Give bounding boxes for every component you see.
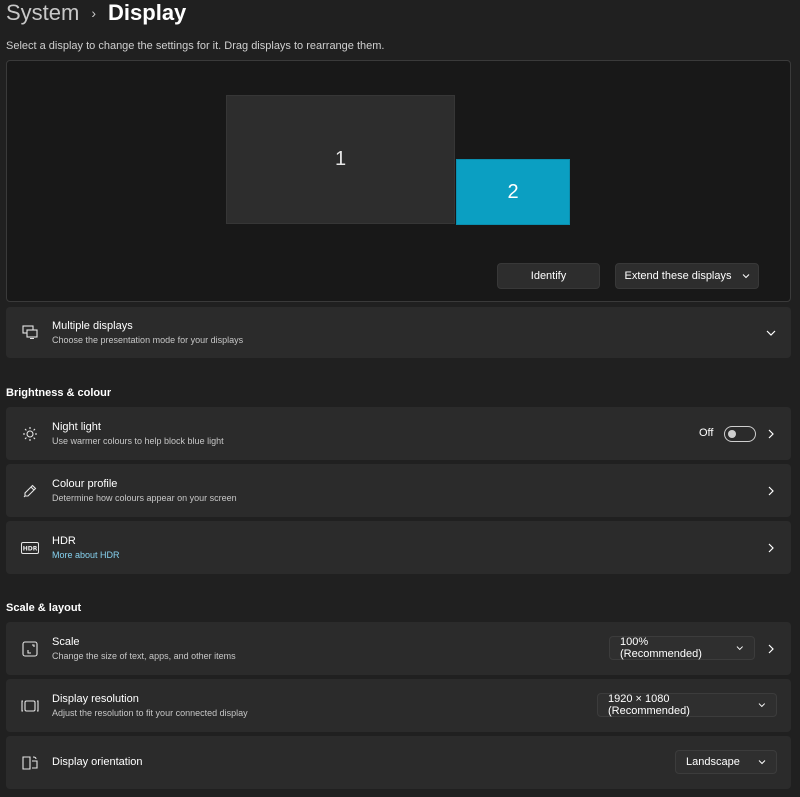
multiple-displays-icon — [21, 323, 39, 341]
display-resolution-dropdown[interactable]: 1920 × 1080 (Recommended) — [597, 693, 777, 717]
scale-value: 100% (Recommended) — [620, 636, 702, 660]
identify-button[interactable]: Identify — [497, 263, 600, 289]
hdr-icon: HDR — [21, 539, 39, 557]
display-resolution-subtitle: Adjust the resolution to fit your connec… — [52, 708, 248, 718]
multiple-displays-card[interactable]: Multiple displays Choose the presentatio… — [6, 307, 791, 358]
eyedropper-icon — [21, 482, 39, 500]
chevron-right-icon — [765, 643, 777, 655]
arrange-instruction: Select a display to change the settings … — [6, 40, 385, 52]
hdr-card[interactable]: HDR HDR More about HDR — [6, 521, 791, 574]
resolution-icon — [21, 697, 39, 715]
svg-text:HDR: HDR — [23, 546, 38, 553]
display-arrangement-panel: 1 2 Identify Extend these displays — [6, 60, 791, 302]
page-title: Display — [108, 0, 187, 25]
night-light-subtitle: Use warmer colours to help block blue li… — [52, 436, 224, 446]
orientation-icon — [21, 754, 39, 772]
chevron-down-icon — [737, 646, 744, 651]
multiple-displays-title: Multiple displays — [52, 320, 133, 332]
chevron-right-icon — [765, 428, 777, 440]
scale-dropdown[interactable]: 100% (Recommended) — [609, 636, 755, 660]
night-light-card[interactable]: Night light Use warmer colours to help b… — [6, 407, 791, 460]
chevron-down-icon — [765, 327, 777, 339]
chevron-down-icon — [742, 274, 749, 279]
section-scale-layout: Scale & layout — [6, 602, 82, 614]
section-brightness-colour: Brightness & colour — [6, 387, 112, 399]
colour-profile-card[interactable]: Colour profile Determine how colours app… — [6, 464, 791, 517]
breadcrumb-system-link[interactable]: System — [6, 0, 79, 26]
colour-profile-subtitle: Determine how colours appear on your scr… — [52, 493, 237, 503]
identify-button-label: Identify — [530, 270, 567, 282]
multiple-displays-subtitle: Choose the presentation mode for your di… — [52, 335, 244, 345]
monitor-1[interactable]: 1 — [226, 95, 455, 224]
sun-icon — [21, 425, 39, 443]
breadcrumb: System › Display — [6, 0, 186, 26]
chevron-right-icon — [765, 542, 777, 554]
display-resolution-value: 1920 × 1080 (Recommended) — [608, 693, 690, 717]
display-orientation-dropdown[interactable]: Landscape — [675, 750, 777, 774]
chevron-right-icon: › — [91, 5, 97, 21]
display-orientation-value: Landscape — [686, 756, 740, 768]
scale-subtitle: Change the size of text, apps, and other… — [52, 651, 236, 661]
scale-card[interactable]: Scale Change the size of text, apps, and… — [6, 622, 791, 675]
chevron-down-icon — [758, 703, 766, 708]
night-light-title: Night light — [52, 421, 101, 433]
colour-profile-title: Colour profile — [52, 478, 118, 490]
extend-displays-label: Extend these displays — [624, 270, 732, 282]
night-light-state-label: Off — [699, 427, 714, 439]
more-about-hdr-link[interactable]: More about HDR — [52, 550, 120, 560]
chevron-right-icon — [765, 485, 777, 497]
hdr-title: HDR — [52, 535, 76, 547]
night-light-toggle[interactable] — [724, 426, 756, 442]
chevron-down-icon — [758, 760, 766, 765]
display-resolution-card[interactable]: Display resolution Adjust the resolution… — [6, 679, 791, 732]
display-orientation-title: Display orientation — [52, 756, 143, 768]
display-resolution-title: Display resolution — [52, 693, 139, 705]
scale-icon — [21, 640, 39, 658]
monitor-1-label: 1 — [334, 148, 347, 170]
display-orientation-card[interactable]: Display orientation Landscape — [6, 736, 791, 789]
toggle-knob — [728, 430, 736, 438]
extend-displays-dropdown[interactable]: Extend these displays — [615, 263, 759, 289]
monitor-2-label: 2 — [507, 180, 519, 203]
monitor-2[interactable]: 2 — [456, 159, 570, 225]
scale-title: Scale — [52, 636, 80, 648]
